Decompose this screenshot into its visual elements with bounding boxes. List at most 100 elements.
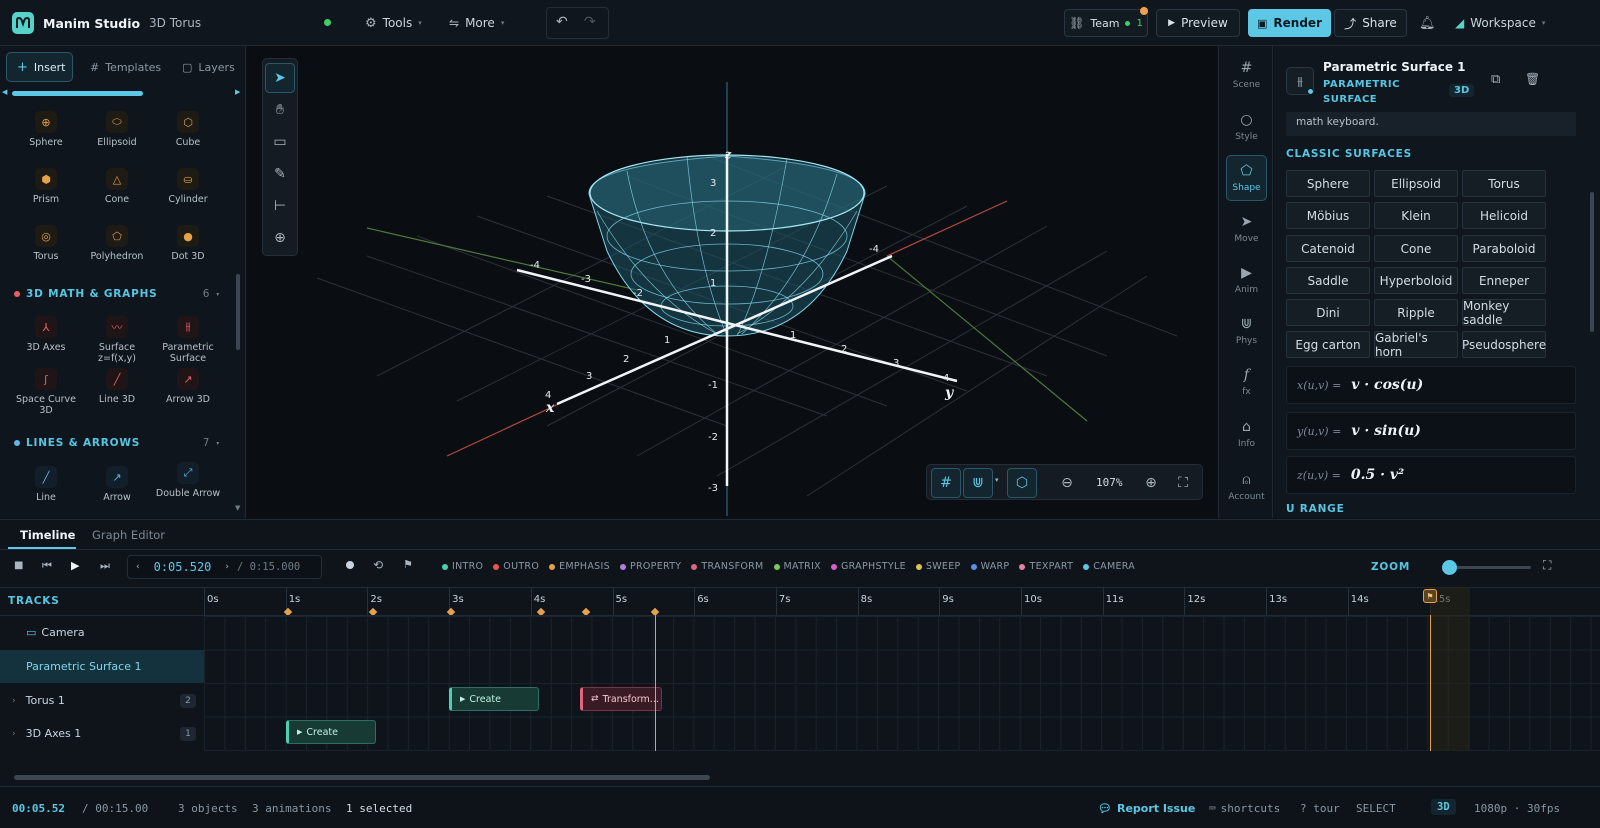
insert-3d-axes[interactable]: ⅄ 3D Axes bbox=[10, 316, 82, 353]
legend-item-transform[interactable]: TRANSFORM bbox=[691, 561, 763, 572]
scene-canvas[interactable]: z x y -4 -3 -2 1 2 3 4 -4 1 2 3 4 1 2 3 … bbox=[247, 46, 1217, 518]
insert-line-3d[interactable]: ╱ Line 3D bbox=[81, 368, 153, 405]
tab-insert[interactable]: + Insert bbox=[6, 52, 73, 82]
report-issue-link[interactable]: 💬︎ Report Issue bbox=[1098, 787, 1195, 828]
surface-sphere[interactable]: Sphere bbox=[1286, 170, 1370, 197]
surface-monkey-saddle[interactable]: Monkey saddle bbox=[1462, 299, 1546, 327]
record-icon[interactable] bbox=[346, 561, 354, 569]
zoom-in-icon[interactable]: ⊕ bbox=[1136, 468, 1166, 498]
zoom-slider[interactable] bbox=[1449, 566, 1531, 569]
playhead[interactable] bbox=[655, 615, 656, 751]
insert-dot-3d[interactable]: ● Dot 3D bbox=[152, 225, 224, 262]
insert-prism[interactable]: ⬢ Prism bbox=[10, 168, 82, 205]
rail-info[interactable]: ⌂ Info bbox=[1226, 411, 1267, 457]
grid-toggle-icon[interactable]: # bbox=[931, 468, 961, 498]
rail-move[interactable]: ➤ Move bbox=[1226, 206, 1267, 252]
insert-surface[interactable]: 〰 Surface z=f(x,y) bbox=[81, 316, 153, 364]
surface-mobius[interactable]: Möbius bbox=[1286, 202, 1370, 229]
workspace-menu[interactable]: ◢ Workspace ▾ bbox=[1455, 0, 1545, 46]
rail-shape[interactable]: ⬠ Shape bbox=[1226, 155, 1267, 201]
surface-pseudosphere[interactable]: Pseudosphere bbox=[1462, 331, 1546, 358]
end-marker-flag-icon[interactable]: ⚑ bbox=[1423, 589, 1437, 603]
track-torus[interactable]: › Torus 1 2 bbox=[0, 684, 204, 717]
surface-egg-carton[interactable]: Egg carton bbox=[1286, 331, 1370, 358]
legend-item-intro[interactable]: INTRO bbox=[442, 561, 483, 572]
skip-forward-icon[interactable]: ⏭︎ bbox=[100, 559, 110, 573]
inspector-scrollbar[interactable] bbox=[1590, 192, 1594, 332]
insert-sphere[interactable]: ⊕ Sphere bbox=[10, 111, 82, 148]
formula-x[interactable]: x(u,v) = v · cos(u) bbox=[1286, 366, 1576, 404]
formula-y[interactable]: y(u,v) = v · sin(u) bbox=[1286, 412, 1576, 450]
zoom-out-icon[interactable]: ⊖ bbox=[1052, 468, 1082, 498]
surface-helicoid[interactable]: Helicoid bbox=[1462, 202, 1546, 229]
surface-cone[interactable]: Cone bbox=[1374, 235, 1458, 262]
surface-hyperboloid[interactable]: Hyperboloid bbox=[1374, 267, 1458, 294]
legend-item-texpart[interactable]: TEXPART bbox=[1019, 561, 1073, 572]
legend-item-graphstyle[interactable]: GRAPHSTYLE bbox=[831, 561, 906, 572]
scroll-left-icon[interactable]: ◀ bbox=[2, 88, 7, 96]
tab-layers[interactable]: ▢ Layers bbox=[172, 52, 245, 82]
fit-view-icon[interactable]: ⛶ bbox=[1168, 468, 1198, 498]
scroll-down-icon[interactable]: ▼ bbox=[235, 504, 240, 512]
clip-axes-create[interactable]: ▶ Create bbox=[286, 720, 376, 744]
rail-fx[interactable]: f fx bbox=[1226, 359, 1267, 405]
rail-phys[interactable]: ⋓ Phys bbox=[1226, 308, 1267, 354]
insert-cone[interactable]: △ Cone bbox=[81, 168, 153, 205]
share-button[interactable]: ⤴ Share bbox=[1334, 9, 1407, 37]
ruler-tool-icon[interactable]: ⊢ bbox=[265, 191, 295, 221]
project-title[interactable]: 3D Torus bbox=[149, 0, 201, 46]
shortcuts-link[interactable]: ⌨ shortcuts bbox=[1209, 787, 1280, 828]
cube-view-icon[interactable]: ⬡ bbox=[1007, 468, 1037, 498]
track-3d-axes[interactable]: › 3D Axes 1 1 bbox=[0, 717, 204, 750]
vertical-scrollbar[interactable] bbox=[236, 274, 240, 350]
clip-torus-transform[interactable]: ⇄ Transform... bbox=[580, 687, 662, 711]
surface-gabriels-horn[interactable]: Gabriel's horn bbox=[1374, 331, 1458, 359]
legend-item-matrix[interactable]: MATRIX bbox=[773, 561, 821, 572]
pen-tool-icon[interactable]: ✎ bbox=[265, 159, 295, 189]
legend-item-outro[interactable]: OUTRO bbox=[493, 561, 539, 572]
undo-icon[interactable]: ↶ bbox=[556, 14, 568, 30]
prev-frame-icon[interactable]: ‹ bbox=[136, 562, 140, 572]
insert-cylinder[interactable]: ⛀ Cylinder bbox=[152, 168, 224, 205]
fit-timeline-icon[interactable]: ⛶ bbox=[1543, 558, 1551, 573]
legend-item-emphasis[interactable]: EMPHASIS bbox=[549, 561, 610, 572]
zoom-slider-handle[interactable] bbox=[1442, 560, 1457, 575]
skip-back-icon[interactable]: ⏮︎ bbox=[42, 559, 52, 573]
time-display[interactable]: ‹ 0:05.520 › / 0:15.000 bbox=[127, 555, 322, 579]
rail-style[interactable]: ○ Style bbox=[1226, 104, 1267, 150]
time-ruler[interactable]: 0s1s2s3s4s5s6s7s8s9s10s11s12s13s14s15s bbox=[204, 587, 1600, 617]
team-button[interactable]: ⛓ Team 1 bbox=[1064, 9, 1148, 37]
insert-double-arrow[interactable]: ⤢ Double Arrow bbox=[152, 462, 224, 499]
surface-torus[interactable]: Torus bbox=[1462, 170, 1546, 197]
surface-klein[interactable]: Klein bbox=[1374, 202, 1458, 229]
insert-cube[interactable]: ⬡ Cube bbox=[152, 111, 224, 148]
tab-timeline[interactable]: Timeline bbox=[20, 528, 75, 542]
camera-tool-icon[interactable]: ▭ bbox=[265, 127, 295, 157]
trash-icon[interactable]: 🗑︎ bbox=[1525, 72, 1540, 86]
insert-parametric-surface[interactable]: ⫵ Parametric Surface bbox=[152, 316, 224, 364]
legend-item-warp[interactable]: WARP bbox=[970, 561, 1010, 572]
timeline-scrollbar[interactable] bbox=[14, 775, 710, 780]
magnet-toggle-icon[interactable]: ⋓ bbox=[963, 468, 993, 498]
bell-icon[interactable]: 🔔︎ bbox=[1419, 0, 1436, 46]
track-area[interactable] bbox=[204, 616, 1600, 751]
insert-polyhedron[interactable]: ⬠ Polyhedron bbox=[81, 225, 153, 262]
insert-line[interactable]: ╱ Line bbox=[10, 466, 82, 503]
more-menu[interactable]: ⇋ More ▾ bbox=[449, 0, 504, 46]
surface-ripple[interactable]: Ripple bbox=[1374, 299, 1458, 326]
loop-icon[interactable]: ⟲ bbox=[373, 558, 383, 572]
duplicate-icon[interactable]: ⧉ bbox=[1491, 72, 1500, 87]
insert-ellipsoid[interactable]: ⬭ Ellipsoid bbox=[81, 111, 153, 148]
scroll-right-icon[interactable]: ▶ bbox=[235, 88, 240, 96]
tab-templates[interactable]: # Templates bbox=[80, 52, 171, 82]
legend-item-camera[interactable]: CAMERA bbox=[1083, 561, 1135, 572]
next-frame-icon[interactable]: › bbox=[225, 562, 229, 572]
horizontal-scrollbar[interactable] bbox=[12, 91, 143, 96]
globe-tool-icon[interactable]: ⊕ bbox=[265, 223, 295, 253]
surface-paraboloid[interactable]: Paraboloid bbox=[1462, 235, 1546, 262]
rail-scene[interactable]: # Scene bbox=[1226, 52, 1267, 98]
redo-icon[interactable]: ↷ bbox=[584, 14, 596, 30]
rail-anim[interactable]: ▶ Anim bbox=[1226, 257, 1267, 303]
3d-viewport[interactable]: z x y -4 -3 -2 1 2 3 4 -4 1 2 3 4 1 2 3 … bbox=[247, 46, 1217, 518]
stop-icon[interactable]: ■ bbox=[14, 560, 23, 571]
